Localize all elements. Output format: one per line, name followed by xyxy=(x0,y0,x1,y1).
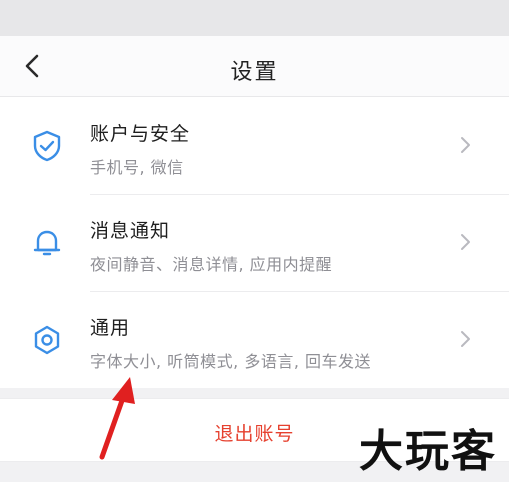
shield-check-icon xyxy=(33,130,61,162)
settings-item-title: 账户与安全 xyxy=(90,123,191,145)
settings-item-subtitle: 夜间静音、消息详情, 应用内提醒 xyxy=(90,255,333,274)
watermark: 大玩客 xyxy=(359,426,497,477)
top-bar: 设置 xyxy=(0,36,509,97)
chevron-right-icon xyxy=(461,234,470,250)
chevron-right-icon xyxy=(461,331,470,347)
settings-item-subtitle: 字体大小, 听筒模式, 多语言, 回车发送 xyxy=(90,352,372,371)
settings-item-general[interactable]: 通用 字体大小, 听筒模式, 多语言, 回车发送 xyxy=(0,291,509,388)
page-title: 设置 xyxy=(230,60,279,85)
settings-item-title: 消息通知 xyxy=(90,220,171,242)
status-bar xyxy=(0,0,509,36)
settings-item-subtitle: 手机号, 微信 xyxy=(90,158,184,177)
settings-item-notifications[interactable]: 消息通知 夜间静音、消息详情, 应用内提醒 xyxy=(0,194,509,291)
settings-list: 账户与安全 手机号, 微信 消息通知 夜间静音、消息详情, 应用内提醒 通用 字… xyxy=(0,97,509,388)
gear-icon xyxy=(34,325,60,355)
bell-icon xyxy=(33,230,61,256)
settings-item-account-security[interactable]: 账户与安全 手机号, 微信 xyxy=(0,97,509,194)
chevron-right-icon xyxy=(461,137,470,153)
settings-item-title: 通用 xyxy=(90,317,131,339)
